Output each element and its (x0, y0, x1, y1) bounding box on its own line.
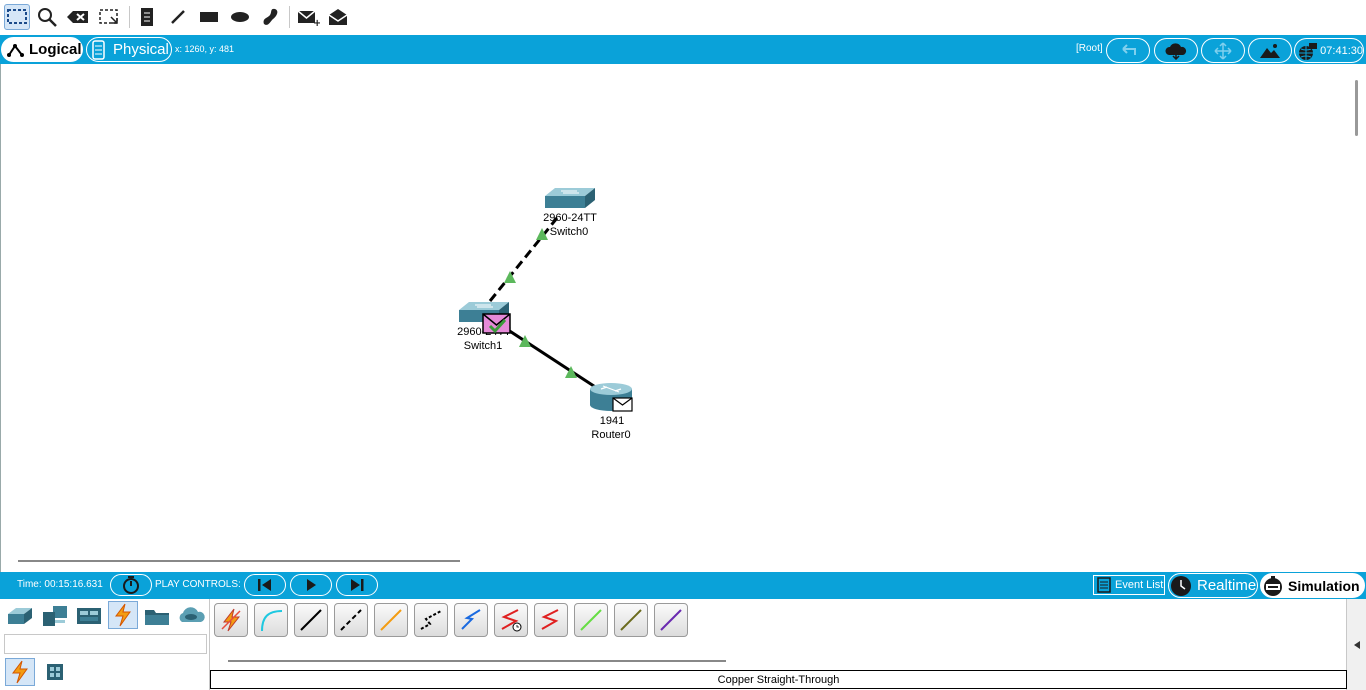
octal-cable-icon[interactable] (574, 603, 608, 637)
set-background-button[interactable] (1248, 38, 1292, 63)
fiber-cable-icon[interactable] (374, 603, 408, 637)
toolbar-separator (289, 6, 290, 28)
workspace-horizontal-scrollbar[interactable] (18, 560, 460, 562)
tab-logical-label: Logical (29, 41, 82, 58)
move-arrows-icon (1214, 41, 1232, 60)
console-cable-icon[interactable] (254, 603, 288, 637)
components-icon[interactable] (74, 602, 104, 630)
realtime-label: Realtime (1197, 577, 1257, 594)
play-button[interactable] (290, 574, 332, 596)
event-list-icon (1097, 577, 1111, 593)
iot-custom-cable-icon[interactable] (614, 603, 648, 637)
tab-logical[interactable]: Logical (1, 37, 83, 62)
serial-dce-icon[interactable] (494, 603, 528, 637)
workspace-vertical-scrollbar[interactable] (1355, 80, 1358, 136)
connections-category-icon[interactable] (108, 601, 138, 629)
cloud-add-icon (1165, 42, 1187, 60)
pdu-envelope-success-icon[interactable] (482, 312, 512, 336)
play-controls-label: PLAY CONTROLS: (155, 579, 241, 590)
toolbar-separator (129, 6, 130, 28)
globe-clock-icon (1299, 42, 1317, 60)
freeform-icon[interactable] (257, 4, 283, 30)
back-arrow-icon (1122, 43, 1136, 55)
switch0-device-icon[interactable] (543, 186, 597, 212)
selected-connection-status: Copper Straight-Through (210, 670, 1347, 689)
cursor-coordinates: x: 1260, y: 481 (175, 44, 235, 54)
simulation-label: Simulation (1288, 577, 1360, 594)
play-icon (307, 579, 316, 591)
structured-cabling-icon[interactable] (40, 658, 70, 686)
main-toolbar: + (0, 0, 1366, 35)
logical-icon (7, 43, 24, 57)
switch0-model: 2960-24TT (543, 212, 597, 224)
new-cluster-button[interactable] (1154, 38, 1198, 63)
collapse-panel-button[interactable] (1346, 599, 1366, 690)
coaxial-cable-icon[interactable] (454, 603, 488, 637)
event-list-label: Event List (1115, 579, 1164, 591)
skip-forward-icon (351, 579, 364, 591)
simulation-mode-button[interactable]: Simulation (1260, 573, 1365, 598)
add-simple-pdu-icon[interactable]: + (295, 4, 321, 30)
tab-physical[interactable]: Physical (86, 37, 172, 62)
realtime-clock-icon (1171, 575, 1191, 596)
back-button[interactable] (1106, 38, 1150, 63)
svg-text:+: + (313, 18, 320, 27)
zoom-icon[interactable] (34, 4, 60, 30)
phone-cable-icon[interactable] (414, 603, 448, 637)
network-devices-icon[interactable] (5, 602, 35, 630)
physical-icon (92, 39, 105, 60)
select-icon[interactable] (4, 4, 30, 30)
copper-straight-through-icon[interactable] (294, 603, 328, 637)
clock-time: 07:41:30 (1320, 44, 1363, 57)
usb-cable-icon[interactable] (654, 603, 688, 637)
device-search-field[interactable] (4, 634, 207, 654)
back-step-button[interactable] (244, 574, 286, 596)
realtime-mode-button[interactable]: Realtime (1168, 573, 1258, 598)
viewport-clock-button[interactable]: 07:41:30 (1294, 38, 1364, 63)
add-complex-pdu-icon[interactable] (326, 4, 352, 30)
move-object-button[interactable] (1201, 38, 1245, 63)
skip-back-icon (258, 579, 271, 591)
miscellaneous-icon[interactable] (142, 602, 172, 630)
connections-horizontal-scrollbar[interactable] (228, 660, 726, 662)
serial-dte-icon[interactable] (534, 603, 568, 637)
chevron-left-icon (1353, 640, 1360, 649)
router0-name: Router0 (591, 429, 631, 441)
ellipse-icon[interactable] (227, 4, 253, 30)
simulation-stopwatch-icon (1264, 575, 1282, 596)
tab-physical-label: Physical (113, 41, 169, 58)
note-icon[interactable] (134, 4, 160, 30)
logical-workspace[interactable] (0, 64, 1366, 572)
connections-subtype-icon[interactable] (5, 658, 35, 686)
line-icon[interactable] (165, 4, 191, 30)
reset-timer-icon (123, 576, 139, 594)
switch0-name: Switch0 (549, 226, 589, 238)
multiuser-connection-icon[interactable] (176, 602, 206, 630)
end-devices-icon[interactable] (40, 602, 70, 630)
copper-cross-over-icon[interactable] (334, 603, 368, 637)
reset-simulation-button[interactable] (110, 574, 152, 596)
pdu-envelope-icon[interactable] (612, 397, 634, 413)
landscape-icon (1260, 43, 1280, 58)
rectangle-icon[interactable] (196, 4, 222, 30)
switch1-name: Switch1 (463, 340, 503, 352)
router0-model: 1941 (599, 415, 625, 427)
automatic-connection-icon[interactable] (214, 603, 248, 637)
delete-icon[interactable] (65, 4, 91, 30)
event-list-button[interactable]: Event List (1093, 575, 1165, 595)
resize-icon[interactable] (96, 4, 122, 30)
simulation-time: Time: 00:15:16.631 (17, 579, 103, 590)
forward-step-button[interactable] (336, 574, 378, 596)
root-breadcrumb[interactable]: [Root] (1076, 43, 1103, 54)
